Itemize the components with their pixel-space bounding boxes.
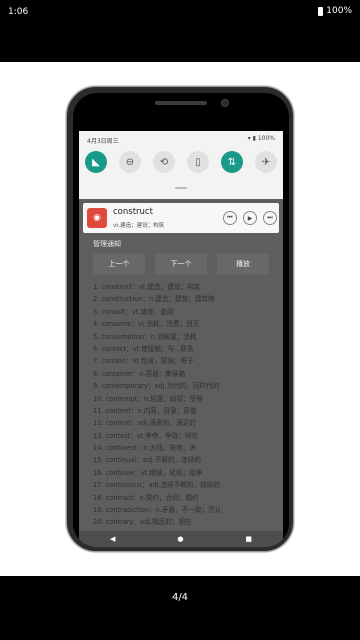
phone-mockup: 4月3日周三 ▾ ▮ 100% ◣ ⊖ ⟲ ▯ ⇅ ✈ ◉ construct vt.建造… <box>66 86 294 552</box>
battery-level: 100% <box>326 6 352 16</box>
word-list-item[interactable]: 12. content：adj.满意的，满足的 <box>93 417 279 429</box>
word-list-item[interactable]: 14. continent：n.大陆，陆地；洲 <box>93 442 279 454</box>
previous-track-icon[interactable]: ⏮ <box>223 211 237 225</box>
word-notification[interactable]: ◉ construct vt.建造；建设；构筑 ⏮ ▶ ⏭ <box>83 203 279 233</box>
app-icon: ◉ <box>87 208 107 228</box>
word-list-item[interactable]: 13. contest：vt.争夺，争取；辩论 <box>93 430 279 442</box>
next-button[interactable]: 下一个 <box>155 253 207 275</box>
phone-screen: 4月3日周三 ▾ ▮ 100% ◣ ⊖ ⟲ ▯ ⇅ ✈ ◉ construct vt.建造… <box>79 131 283 547</box>
recents-icon[interactable]: ■ <box>245 535 252 543</box>
qs-system-icons: ▾ ▮ 100% <box>247 135 275 142</box>
mobile-data-icon[interactable]: ⇅ <box>221 151 243 173</box>
word-list-item[interactable]: 9. contemporary：adj.当代的，同时代的 <box>93 380 279 392</box>
word-list-item[interactable]: 5. consumption：n.消耗量；消耗 <box>93 331 279 343</box>
word-list: 1. construct：vt.建造；建设；构筑 2. construction：… <box>93 281 279 529</box>
word-list-item[interactable]: 18. contract：n.契约，合同；婚约 <box>93 492 279 504</box>
word-list-item[interactable]: 8. container：n.容器；集装箱 <box>93 368 279 380</box>
word-list-item[interactable]: 15. continual：adj.不断的，连续的 <box>93 454 279 466</box>
word-list-item[interactable]: 19. contradiction：n.矛盾，不一致；否认 <box>93 504 279 516</box>
device-status-bar: 1:06 100% <box>0 0 360 62</box>
qs-drag-handle[interactable] <box>175 187 187 189</box>
phone-camera <box>221 99 229 107</box>
word-list-item[interactable]: 20. contrary：adj.相反的；相左 <box>93 516 279 528</box>
qs-date: 4月3日周三 <box>87 138 119 145</box>
notification-meaning: vt.建造；建设；构筑 <box>113 223 165 229</box>
status-time: 1:06 <box>8 7 29 17</box>
battery-icon <box>318 6 324 16</box>
previous-button[interactable]: 上一个 <box>93 253 145 275</box>
notification-word: construct <box>113 207 153 217</box>
android-navbar: ◀ ● ■ <box>79 531 283 547</box>
word-list-item[interactable]: 17. continuous：adj.连续不断的，持续的 <box>93 479 279 491</box>
home-icon[interactable]: ● <box>177 535 183 543</box>
viewer-footer: 4/4 <box>0 576 360 640</box>
word-list-item[interactable]: 3. consult：vt.谘询，查阅 <box>93 306 279 318</box>
back-icon[interactable]: ◀ <box>110 535 115 543</box>
word-list-item[interactable]: 1. construct：vt.建造；建设；构筑 <box>93 281 279 293</box>
auto-rotate-icon[interactable]: ⟲ <box>153 151 175 173</box>
word-list-item[interactable]: 11. content：n.内容，目录；容量 <box>93 405 279 417</box>
wifi-off-icon[interactable]: ◣ <box>85 151 107 173</box>
phone-speaker <box>155 101 207 105</box>
word-list-item[interactable]: 10. contempt：n.轻蔑；歧视；受辱 <box>93 393 279 405</box>
word-list-item[interactable]: 4. consume：vt.消耗，消费；消灭 <box>93 318 279 330</box>
page-indicator: 4/4 <box>171 592 189 603</box>
next-track-icon[interactable]: ⏭ <box>263 211 277 225</box>
do-not-disturb-icon[interactable]: ⊖ <box>119 151 141 173</box>
word-list-item[interactable]: 7. contain：vt.包含，容纳；等于 <box>93 355 279 367</box>
word-list-item[interactable]: 16. continue：vt.继续，延续；延伸 <box>93 467 279 479</box>
status-icons: 100% <box>318 6 352 16</box>
play-icon[interactable]: ▶ <box>243 211 257 225</box>
phone-bezel: 4月3日周三 ▾ ▮ 100% ◣ ⊖ ⟲ ▯ ⇅ ✈ ◉ construct vt.建造… <box>73 93 289 547</box>
battery-saver-icon[interactable]: ▯ <box>187 151 209 173</box>
manage-notifications-label[interactable]: 管理通知 <box>93 239 121 249</box>
airplane-mode-icon[interactable]: ✈ <box>255 151 277 173</box>
play-button[interactable]: 播放 <box>217 253 269 275</box>
word-list-item[interactable]: 2. construction：n.建造；建筑；建筑物 <box>93 293 279 305</box>
quick-settings-panel: 4月3日周三 ▾ ▮ 100% ◣ ⊖ ⟲ ▯ ⇅ ✈ <box>79 131 283 199</box>
word-list-item[interactable]: 6. contact：vt.使接触；与...联系 <box>93 343 279 355</box>
qs-tiles: ◣ ⊖ ⟲ ▯ ⇅ ✈ <box>85 151 277 173</box>
